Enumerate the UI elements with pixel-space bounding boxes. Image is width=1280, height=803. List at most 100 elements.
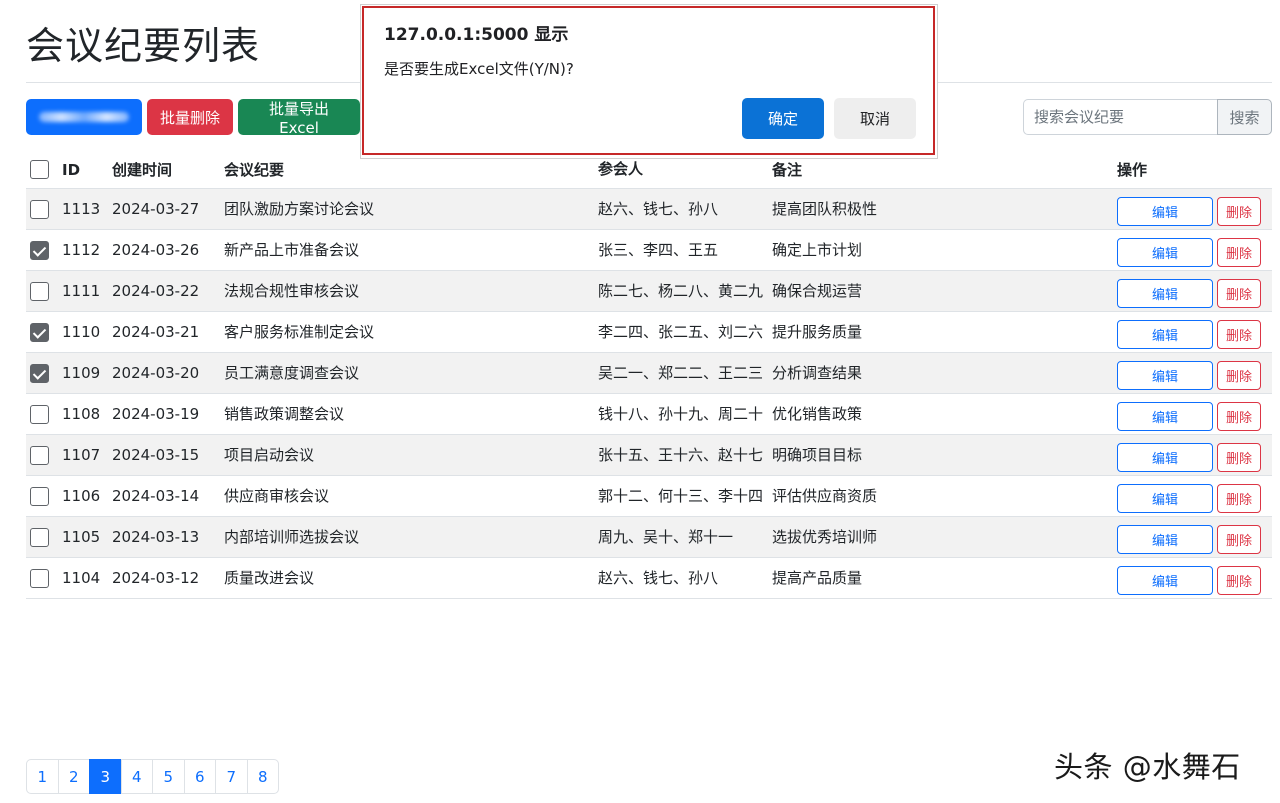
row-note: 选拔优秀培训师	[772, 528, 878, 546]
row-id: 1104	[62, 569, 101, 587]
row-ops: 编辑 删除	[1117, 353, 1272, 390]
row-participants: 周九、吴十、郑十一	[598, 528, 734, 546]
row-checkbox[interactable]	[30, 446, 49, 465]
search-button[interactable]: 搜索	[1217, 99, 1272, 135]
table-row: 1113 2024-03-27 团队激励方案讨论会议 赵六、钱七、孙八 提高团队…	[26, 189, 1272, 230]
search-group: 搜索	[1023, 99, 1272, 135]
header-note: 备注	[772, 161, 803, 179]
edit-button[interactable]: 编辑	[1117, 566, 1213, 595]
delete-button[interactable]: 删除	[1217, 238, 1261, 267]
pagination: 12345678	[26, 759, 279, 794]
page-link-4[interactable]: 4	[120, 759, 153, 794]
row-checkbox[interactable]	[30, 405, 49, 424]
row-participants: 陈二七、杨二八、黄二九	[598, 282, 764, 300]
edit-button[interactable]: 编辑	[1117, 320, 1213, 349]
search-input[interactable]	[1023, 99, 1217, 135]
row-participants: 钱十八、孙十九、周二十	[598, 405, 764, 423]
table-row: 1107 2024-03-15 项目启动会议 张十五、王十六、赵十七 明确项目目…	[26, 435, 1272, 476]
row-id: 1109	[62, 364, 101, 382]
batch-export-excel-button[interactable]: 批量导出Excel	[238, 99, 360, 137]
row-title: 新产品上市准备会议	[224, 241, 360, 259]
row-checkbox[interactable]	[30, 364, 49, 383]
row-title: 质量改进会议	[224, 569, 315, 587]
row-note: 评估供应商资质	[772, 487, 878, 505]
dialog-ok-button[interactable]: 确定	[742, 98, 824, 139]
row-id: 1111	[62, 282, 101, 300]
row-checkbox[interactable]	[30, 241, 49, 260]
row-checkbox[interactable]	[30, 487, 49, 506]
row-title: 客户服务标准制定会议	[224, 323, 375, 341]
row-created: 2024-03-22	[112, 282, 200, 300]
row-created: 2024-03-15	[112, 446, 200, 464]
row-created: 2024-03-27	[112, 200, 200, 218]
add-button[interactable]	[26, 99, 142, 135]
page-link-2[interactable]: 2	[57, 759, 90, 794]
dialog-cancel-button[interactable]: 取消	[834, 98, 916, 139]
row-title: 内部培训师选拔会议	[224, 528, 360, 546]
row-ops: 编辑 删除	[1117, 558, 1272, 595]
row-id: 1106	[62, 487, 101, 505]
row-ops: 编辑 删除	[1117, 230, 1272, 267]
row-participants: 张十五、王十六、赵十七	[598, 446, 764, 464]
page-link-7[interactable]: 7	[215, 759, 248, 794]
edit-button[interactable]: 编辑	[1117, 238, 1213, 267]
minutes-table: ID 创建时间 会议纪要 参会人 备注 操作 1113 2024-03-27 团…	[26, 151, 1272, 599]
row-checkbox[interactable]	[30, 200, 49, 219]
row-created: 2024-03-26	[112, 241, 200, 259]
delete-button[interactable]: 删除	[1217, 197, 1261, 226]
delete-button[interactable]: 删除	[1217, 443, 1261, 472]
table-row: 1109 2024-03-20 员工满意度调查会议 吴二一、郑二二、王二三 分析…	[26, 353, 1272, 394]
row-checkbox[interactable]	[30, 569, 49, 588]
row-created: 2024-03-14	[112, 487, 200, 505]
row-participants: 郭十二、何十三、李十四	[598, 487, 764, 505]
dialog-title: 127.0.0.1:5000 显示	[384, 25, 569, 45]
delete-button[interactable]: 删除	[1217, 279, 1261, 308]
row-participants: 吴二一、郑二二、王二三	[598, 364, 764, 382]
row-id: 1107	[62, 446, 101, 464]
row-title: 法规合规性审核会议	[224, 282, 360, 300]
page-link-6[interactable]: 6	[183, 759, 216, 794]
delete-button[interactable]: 删除	[1217, 402, 1261, 431]
batch-delete-button[interactable]: 批量删除	[147, 99, 233, 135]
row-ops: 编辑 删除	[1117, 271, 1272, 308]
row-checkbox[interactable]	[30, 528, 49, 547]
row-note: 确保合规运营	[772, 282, 863, 300]
delete-button[interactable]: 删除	[1217, 566, 1261, 595]
edit-button[interactable]: 编辑	[1117, 279, 1213, 308]
row-created: 2024-03-12	[112, 569, 200, 587]
delete-button[interactable]: 删除	[1217, 361, 1261, 390]
header-participants: 参会人	[598, 160, 644, 178]
row-checkbox[interactable]	[30, 282, 49, 301]
page-link-3[interactable]: 3	[89, 759, 122, 794]
page-link-1[interactable]: 1	[26, 759, 59, 794]
header-ops: 操作	[1117, 161, 1148, 179]
edit-button[interactable]: 编辑	[1117, 525, 1213, 554]
table-body: 1113 2024-03-27 团队激励方案讨论会议 赵六、钱七、孙八 提高团队…	[26, 189, 1272, 599]
table-row: 1110 2024-03-21 客户服务标准制定会议 李二四、张二五、刘二六 提…	[26, 312, 1272, 353]
delete-button[interactable]: 删除	[1217, 484, 1261, 513]
row-checkbox[interactable]	[30, 323, 49, 342]
delete-button[interactable]: 删除	[1217, 320, 1261, 349]
select-all-checkbox[interactable]	[30, 160, 49, 179]
row-note: 优化销售政策	[772, 405, 863, 423]
row-title: 员工满意度调查会议	[224, 364, 360, 382]
edit-button[interactable]: 编辑	[1117, 197, 1213, 226]
edit-button[interactable]: 编辑	[1117, 443, 1213, 472]
row-checkbox-cell	[26, 394, 62, 432]
edit-button[interactable]: 编辑	[1117, 484, 1213, 513]
page-link-8[interactable]: 8	[246, 759, 279, 794]
blurred-label	[39, 112, 129, 122]
page-title: 会议纪要列表	[26, 24, 261, 68]
edit-button[interactable]: 编辑	[1117, 402, 1213, 431]
delete-button[interactable]: 删除	[1217, 525, 1261, 554]
row-created: 2024-03-19	[112, 405, 200, 423]
table-row: 1106 2024-03-14 供应商审核会议 郭十二、何十三、李十四 评估供应…	[26, 476, 1272, 517]
row-created: 2024-03-13	[112, 528, 200, 546]
row-id: 1113	[62, 200, 101, 218]
row-checkbox-cell	[26, 271, 62, 309]
header-id: ID	[62, 160, 81, 179]
edit-button[interactable]: 编辑	[1117, 361, 1213, 390]
page-link-5[interactable]: 5	[152, 759, 185, 794]
row-id: 1105	[62, 528, 101, 546]
row-id: 1108	[62, 405, 101, 423]
